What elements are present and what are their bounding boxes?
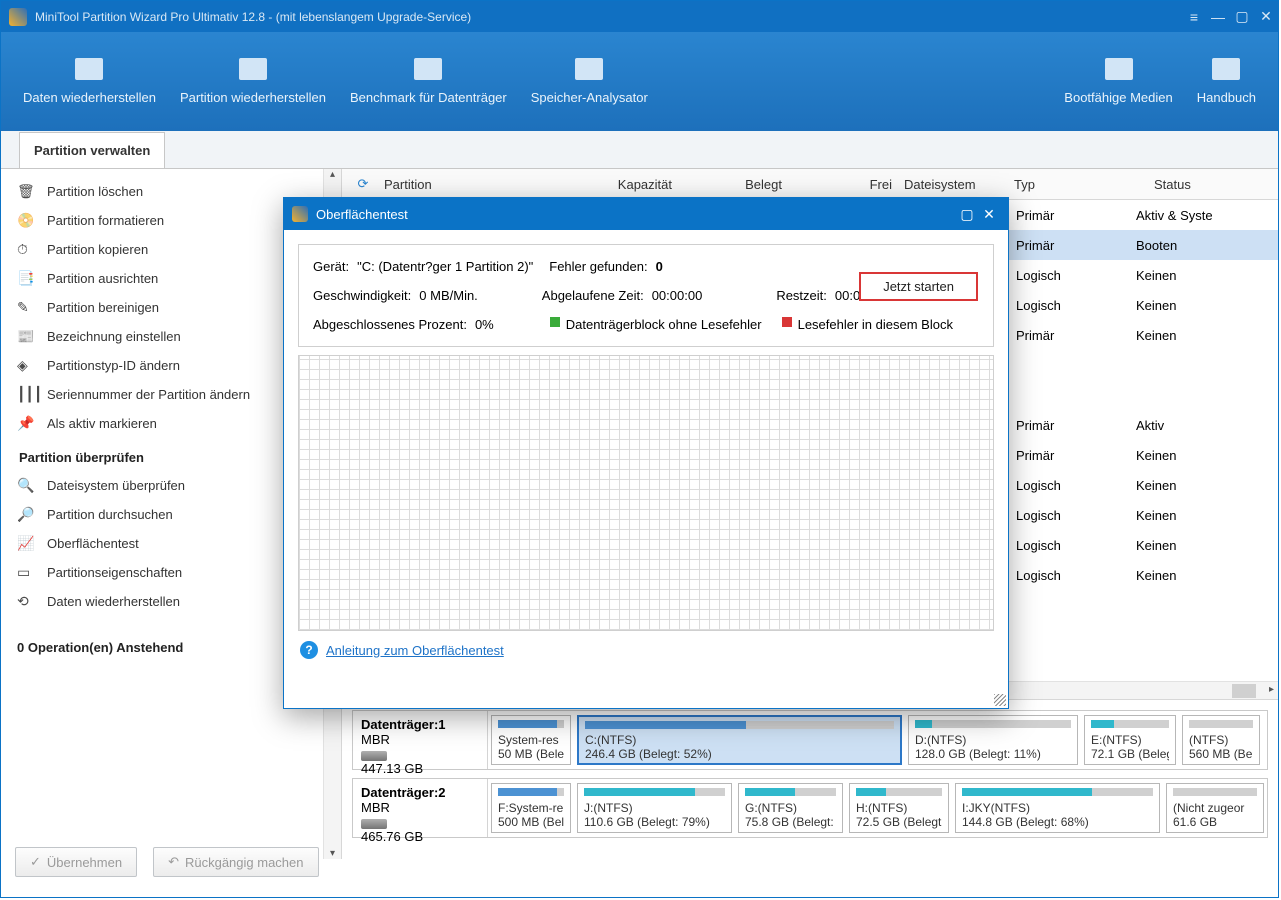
legend-err-icon xyxy=(782,317,792,327)
elapsed-value: 00:00:00 xyxy=(652,288,703,303)
percent-label: Abgeschlossenes Prozent: xyxy=(313,317,475,332)
errors-value: 0 xyxy=(656,259,663,274)
dialog-titlebar: Oberflächentest ▢ ✕ xyxy=(284,198,1008,230)
dialog-title: Oberflächentest xyxy=(316,207,408,222)
legend-ok-label: Datenträgerblock ohne Lesefehler xyxy=(566,317,762,332)
speed-value: 0 MB/Min. xyxy=(419,288,478,303)
elapsed-label: Abgelaufene Zeit: xyxy=(542,288,652,303)
speed-label: Geschwindigkeit: xyxy=(313,288,419,303)
device-value: "C: (Datentr?ger 1 Partition 2)" xyxy=(357,259,533,274)
percent-value: 0% xyxy=(475,317,494,332)
dialog-maximize-icon[interactable]: ▢ xyxy=(956,206,978,223)
block-grid xyxy=(298,355,994,631)
surface-test-dialog: Oberflächentest ▢ ✕ Gerät: "C: (Datentr?… xyxy=(283,197,1009,709)
dialog-close-icon[interactable]: ✕ xyxy=(978,206,1000,223)
legend-ok-icon xyxy=(550,317,560,327)
dialog-info-panel: Gerät: "C: (Datentr?ger 1 Partition 2)" … xyxy=(298,244,994,347)
legend-err-label: Lesefehler in diesem Block xyxy=(798,317,953,332)
start-button[interactable]: Jetzt starten xyxy=(859,272,978,301)
help-link[interactable]: Anleitung zum Oberflächentest xyxy=(326,643,504,658)
dialog-logo-icon xyxy=(292,206,308,222)
rest-label: Restzeit: xyxy=(776,288,835,303)
errors-label: Fehler gefunden: xyxy=(549,259,655,274)
resize-grip-icon[interactable] xyxy=(994,694,1006,706)
help-icon: ? xyxy=(300,641,318,659)
device-label: Gerät: xyxy=(313,259,357,274)
